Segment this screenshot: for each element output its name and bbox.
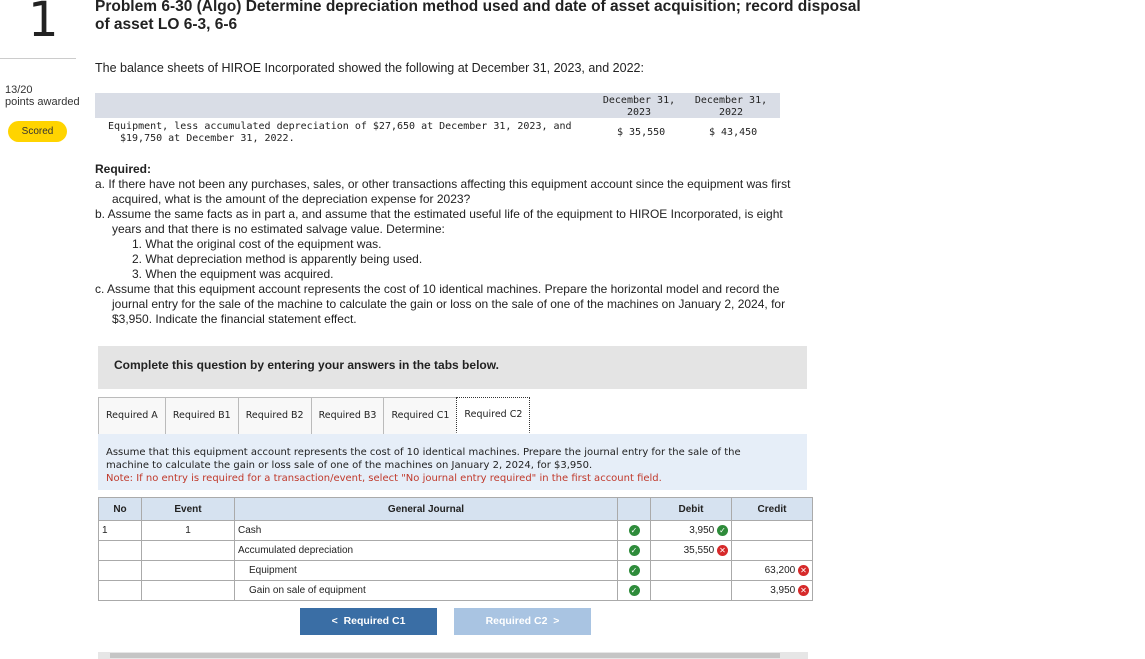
debit-field[interactable]: 3,950 ✓ bbox=[650, 520, 732, 541]
title-line-1: Problem 6-30 (Algo) Determine depreciati… bbox=[95, 0, 861, 15]
complete-banner: Complete this question by entering your … bbox=[98, 346, 807, 389]
row-label-1: Equipment, less accumulated depreciation… bbox=[108, 121, 572, 132]
instructions-note: Note: If no entry is required for a tran… bbox=[106, 473, 662, 484]
intro-text: The balance sheets of HIROE Incorporated… bbox=[95, 61, 644, 75]
col-2022-h1: December 31, bbox=[694, 95, 768, 106]
credit-field[interactable]: 63,200 ✕ bbox=[731, 560, 813, 581]
requirements: Required: a. If there have not been any … bbox=[95, 162, 865, 327]
error-icon: ✕ bbox=[798, 584, 809, 596]
complete-text: Complete this question by entering your … bbox=[114, 358, 499, 372]
prev-button[interactable]: < Required C1 bbox=[300, 608, 437, 635]
points-awarded: 13/20 points awarded bbox=[5, 84, 80, 108]
req-a-line2: acquired, what is the amount of the depr… bbox=[112, 192, 471, 206]
col-2022-header: December 31, 2022 bbox=[692, 95, 770, 119]
header-general-journal: General Journal bbox=[234, 497, 618, 521]
header-debit: Debit bbox=[650, 497, 732, 521]
scrollbar-thumb[interactable] bbox=[110, 653, 780, 658]
required-heading: Required: bbox=[95, 162, 152, 176]
col-2023-h1: December 31, bbox=[602, 95, 676, 106]
horizontal-scrollbar[interactable] bbox=[98, 652, 808, 659]
next-label: Required C2 bbox=[485, 615, 548, 627]
error-icon: ✕ bbox=[798, 564, 809, 576]
req-c-line2: journal entry for the sale of the machin… bbox=[112, 297, 786, 311]
header-no: No bbox=[98, 497, 142, 521]
scored-badge: Scored bbox=[8, 121, 67, 142]
instructions-line1: Assume that this equipment account repre… bbox=[106, 447, 741, 458]
credit-field[interactable]: 3,950 ✕ bbox=[731, 580, 813, 601]
req-b-line1: b. Assume the same facts as in part a, a… bbox=[95, 207, 783, 221]
credit-value: 3,950 bbox=[770, 585, 796, 597]
header-credit: Credit bbox=[731, 497, 813, 521]
balance-sheet-header: December 31, 2023 December 31, 2022 bbox=[95, 93, 780, 118]
journal-header-row: No Event General Journal Debit Credit bbox=[98, 497, 813, 521]
debit-field[interactable]: 35,550 ✕ bbox=[650, 540, 732, 561]
equipment-row-label: Equipment, less accumulated depreciation… bbox=[108, 121, 572, 145]
debit-value: 35,550 bbox=[683, 545, 715, 557]
tab-required-c2[interactable]: Required C2 bbox=[456, 397, 531, 433]
journal-row: 1 1 Cash ✓ 3,950 ✓ bbox=[98, 520, 813, 541]
title-line-2: of asset LO 6-3, 6-6 bbox=[95, 16, 238, 33]
value-2023: $ 35,550 bbox=[617, 127, 666, 138]
req-c-line3: $3,950. Indicate the financial statement… bbox=[112, 312, 357, 326]
journal-row: Accumulated depreciation ✓ 35,550 ✕ bbox=[98, 540, 813, 561]
row-no[interactable] bbox=[98, 560, 142, 581]
check-icon: ✓ bbox=[628, 544, 640, 556]
chevron-left-icon: < bbox=[331, 615, 338, 627]
instructions: Assume that this equipment account repre… bbox=[98, 434, 807, 490]
account-field[interactable]: Gain on sale of equipment bbox=[234, 580, 618, 601]
credit-value: 63,200 bbox=[764, 565, 796, 577]
tab-required-b2[interactable]: Required B2 bbox=[237, 397, 311, 435]
prev-label: Required C1 bbox=[343, 615, 406, 627]
account-field[interactable]: Cash bbox=[234, 520, 618, 541]
account-field[interactable]: Equipment bbox=[234, 560, 618, 581]
req-b-item3: 3. When the equipment was acquired. bbox=[132, 267, 334, 281]
debit-field[interactable] bbox=[650, 580, 732, 601]
check-icon: ✓ bbox=[717, 524, 728, 536]
question-number: 1 bbox=[28, 0, 59, 48]
row-event[interactable] bbox=[141, 540, 235, 561]
req-c-line1: c. Assume that this equipment account re… bbox=[95, 282, 780, 296]
req-b-item2: 2. What depreciation method is apparentl… bbox=[132, 252, 423, 266]
divider bbox=[0, 58, 76, 59]
debit-value: 3,950 bbox=[689, 525, 715, 537]
tab-required-c1[interactable]: Required C1 bbox=[383, 397, 457, 435]
journal-row: Equipment ✓ 63,200 ✕ bbox=[98, 560, 813, 581]
points-value: 13/20 bbox=[5, 84, 33, 96]
col-2023-h2: 2023 bbox=[626, 107, 652, 118]
check-icon: ✓ bbox=[628, 524, 640, 536]
error-icon: ✕ bbox=[717, 544, 728, 556]
journal-table: No Event General Journal Debit Credit 1 … bbox=[98, 497, 813, 601]
row-no[interactable] bbox=[98, 540, 142, 561]
tab-required-b3[interactable]: Required B3 bbox=[310, 397, 384, 435]
credit-field[interactable] bbox=[731, 520, 813, 541]
header-event: Event bbox=[141, 497, 235, 521]
instructions-line2: machine to calculate the gain or loss sa… bbox=[106, 460, 593, 471]
tab-required-a[interactable]: Required A bbox=[98, 397, 165, 435]
row-event[interactable] bbox=[141, 560, 235, 581]
row-label-2: $19,750 at December 31, 2022. bbox=[120, 133, 295, 144]
next-button[interactable]: Required C2 > bbox=[454, 608, 591, 635]
header-status bbox=[617, 497, 651, 521]
debit-field[interactable] bbox=[650, 560, 732, 581]
credit-field[interactable] bbox=[731, 540, 813, 561]
row-event[interactable]: 1 bbox=[141, 520, 235, 541]
row-no[interactable] bbox=[98, 580, 142, 601]
chevron-right-icon: > bbox=[553, 615, 560, 627]
tab-bar: Required A Required B1 Required B2 Requi… bbox=[98, 397, 531, 435]
check-icon: ✓ bbox=[628, 564, 640, 576]
req-b-item1: 1. What the original cost of the equipme… bbox=[132, 237, 382, 251]
account-field[interactable]: Accumulated depreciation bbox=[234, 540, 618, 561]
req-a-line1: a. If there have not been any purchases,… bbox=[95, 177, 791, 191]
req-b-line2: years and that there is no estimated sal… bbox=[112, 222, 445, 236]
check-icon: ✓ bbox=[628, 584, 640, 596]
col-2023-header: December 31, 2023 bbox=[600, 95, 678, 119]
points-label: points awarded bbox=[5, 96, 80, 108]
tab-required-b1[interactable]: Required B1 bbox=[164, 397, 238, 435]
col-2022-h2: 2022 bbox=[718, 107, 744, 118]
value-2022: $ 43,450 bbox=[709, 127, 758, 138]
journal-row: Gain on sale of equipment ✓ 3,950 ✕ bbox=[98, 580, 813, 601]
row-event[interactable] bbox=[141, 580, 235, 601]
problem-title: Problem 6-30 (Algo) Determine depreciati… bbox=[95, 0, 861, 34]
row-no[interactable]: 1 bbox=[98, 520, 142, 541]
